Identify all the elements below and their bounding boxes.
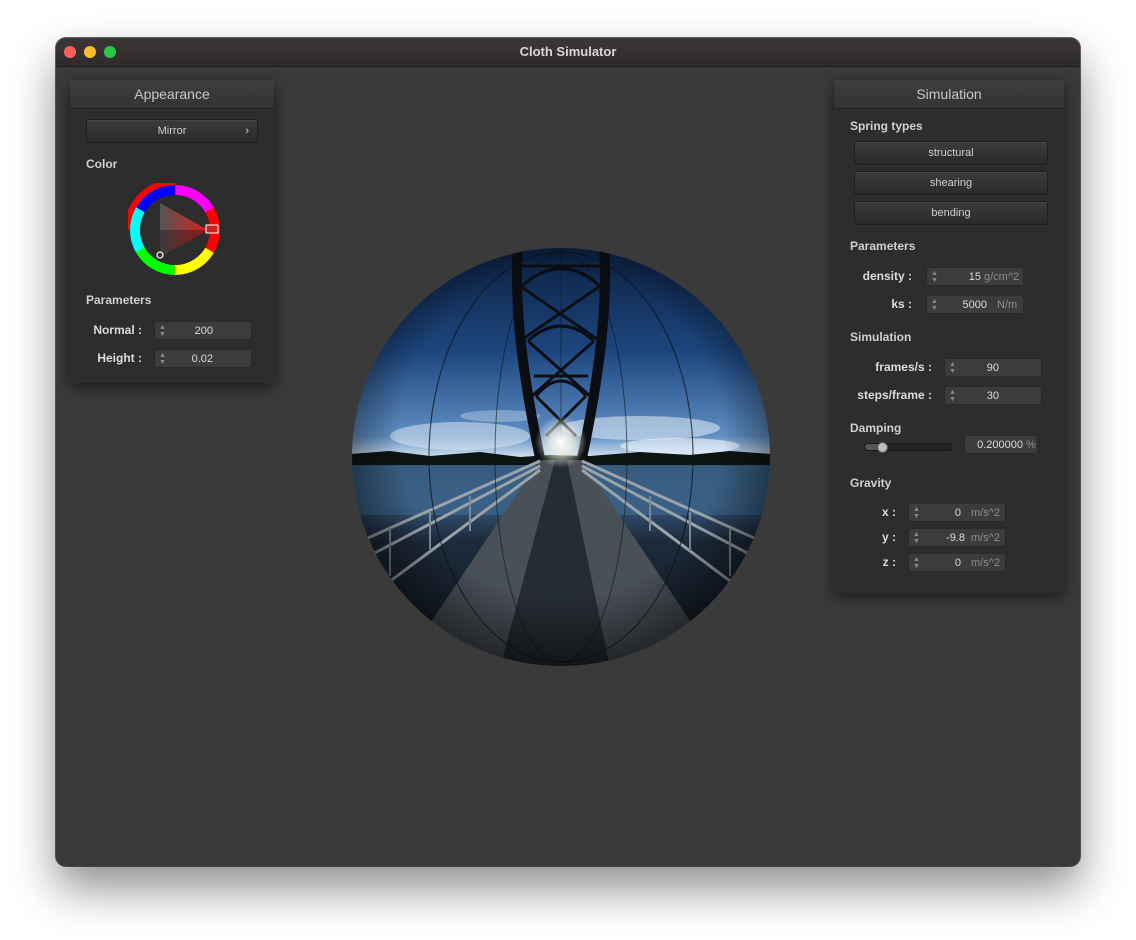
gravity-x-label: x :	[881, 505, 896, 519]
normal-label: Normal :	[93, 323, 142, 337]
damping-input[interactable]: 0.200000 %	[964, 435, 1038, 454]
stepper-icon[interactable]: ▲ ▼	[913, 506, 920, 520]
gravity-y-label: y :	[881, 530, 896, 544]
ks-input[interactable]: ▲ ▼ 5000 N/m	[926, 295, 1024, 314]
sim-parameters-label: Parameters	[850, 239, 916, 253]
fps-label: frames/s :	[875, 360, 932, 374]
stepper-icon[interactable]: ▲ ▼	[913, 556, 920, 570]
app-window: Cloth Simulator Appearance Mirror › Colo…	[56, 38, 1080, 866]
stepper-icon[interactable]: ▲ ▼	[949, 389, 956, 403]
stepper-icon[interactable]: ▲ ▼	[931, 298, 938, 312]
stepper-icon[interactable]: ▲ ▼	[159, 352, 166, 366]
shader-dropdown[interactable]: Mirror ›	[86, 119, 258, 143]
chevron-right-icon: ›	[245, 125, 249, 137]
color-wheel[interactable]	[128, 183, 222, 277]
spring-types-label: Spring types	[850, 119, 923, 133]
shearing-toggle[interactable]: shearing	[854, 171, 1048, 195]
ks-label: ks :	[891, 297, 912, 311]
mirror-sphere	[352, 248, 770, 666]
gravity-x-input[interactable]: ▲ ▼ 0 m/s^2	[908, 503, 1006, 522]
damping-label: Damping	[850, 421, 902, 435]
normal-input[interactable]: ▲ ▼ 200	[154, 321, 252, 340]
shader-label: Mirror	[157, 125, 187, 137]
bending-toggle[interactable]: bending	[854, 201, 1048, 225]
title-bar[interactable]: Cloth Simulator	[56, 38, 1080, 67]
appearance-panel-header[interactable]: Appearance	[70, 80, 274, 109]
stepper-icon[interactable]: ▲ ▼	[159, 324, 166, 338]
structural-toggle[interactable]: structural	[854, 141, 1048, 165]
damping-slider-knob[interactable]	[877, 442, 888, 453]
gravity-y-input[interactable]: ▲ ▼ -9.8 m/s^2	[908, 528, 1006, 547]
appearance-panel: Appearance Mirror › Color Parameters Nor…	[70, 80, 274, 383]
density-input[interactable]: ▲ ▼ 15 g/cm^2	[926, 267, 1024, 286]
stepper-icon[interactable]: ▲ ▼	[913, 531, 920, 545]
density-label: density :	[862, 269, 912, 283]
window-title: Cloth Simulator	[519, 44, 617, 59]
gravity-z-label: z :	[882, 555, 896, 569]
simulation-section-label: Simulation	[850, 330, 912, 344]
steps-label: steps/frame :	[857, 388, 932, 402]
simulation-panel-header[interactable]: Simulation	[834, 80, 1064, 109]
appearance-parameters-label: Parameters	[86, 293, 152, 307]
color-label: Color	[86, 157, 118, 171]
gravity-label: Gravity	[850, 476, 892, 490]
render-viewport[interactable]: Appearance Mirror › Color Parameters Nor…	[56, 67, 1080, 866]
simulation-panel: Simulation Spring types structural shear…	[834, 80, 1064, 593]
stepper-icon[interactable]: ▲ ▼	[931, 270, 938, 284]
fps-input[interactable]: ▲ ▼ 90	[944, 358, 1042, 377]
gravity-z-input[interactable]: ▲ ▼ 0 m/s^2	[908, 553, 1006, 572]
stepper-icon[interactable]: ▲ ▼	[949, 361, 956, 375]
height-label: Height :	[97, 351, 142, 365]
height-input[interactable]: ▲ ▼ 0.02	[154, 349, 252, 368]
damping-slider[interactable]	[864, 442, 952, 453]
steps-input[interactable]: ▲ ▼ 30	[944, 386, 1042, 405]
